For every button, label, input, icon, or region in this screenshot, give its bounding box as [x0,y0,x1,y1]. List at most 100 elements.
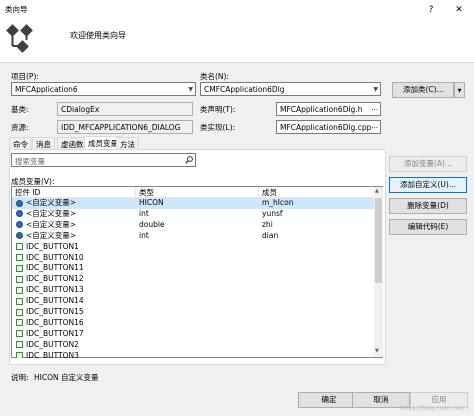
list-item[interactable]: IDC_BUTTON15 [12,307,374,318]
delete-variable-button[interactable]: 删除变量(D) [389,198,467,214]
list-item[interactable]: <自定义变量> int dian [12,231,374,242]
control-id-text: <自定义变量> [26,208,77,218]
search-input[interactable]: 搜索变量 [11,153,196,167]
header-file-value: MFCApplication6Dlg.h [280,105,363,114]
control-id-text: <自定义变量> [26,230,77,240]
control-id-cell: IDC_BUTTON1 [16,242,134,253]
control-id-cell: <自定义变量> [16,231,134,242]
chevron-down-icon: ▼ [457,88,462,94]
edit-code-button[interactable]: 编辑代码(E) [389,219,467,235]
project-combo[interactable]: MFCApplication6 ▼ [11,82,196,96]
list-item[interactable]: IDC_BUTTON1 [12,242,374,253]
add-class-dropdown[interactable]: ▼ [454,82,465,98]
tab-commands[interactable]: 命令 [9,137,32,149]
search-icon [185,156,193,164]
list-item[interactable]: <自定义变量> double zhi [12,220,374,231]
resource-value: IDD_MFCAPPLICATION6_DIALOG [61,123,181,132]
base-class-field: CDialogEx [57,102,193,116]
members-list[interactable]: 控件 ID 类型 成员 <自定义变量> HICON m_hIcon <自定义变量> in… [11,186,383,358]
control-id-text: IDC_BUTTON12 [26,274,84,284]
member-cell: m_hIcon [262,198,294,207]
list-item[interactable]: IDC_BUTTON13 [12,285,374,296]
resource-field: IDD_MFCAPPLICATION6_DIALOG [57,120,193,134]
description-value: HICON 自定义变量 [34,373,99,382]
control-id-cell: IDC_BUTTON11 [16,263,134,274]
welcome-text: 欢迎使用类向导 [70,31,126,40]
control-icon [16,352,23,358]
base-class-label: 基类: [11,105,29,114]
member-cell: yunsf [262,208,283,218]
column-header-member[interactable]: 成员 [259,187,374,198]
type-cell: HICON [139,198,164,207]
add-variable-button[interactable]: 添加变量(A)... [389,156,467,172]
variable-icon [16,199,23,207]
control-icon [16,330,23,338]
control-id-cell: IDC_BUTTON14 [16,296,134,307]
list-item[interactable]: <自定义变量> HICON m_hIcon [12,198,374,209]
control-id-text: IDC_BUTTON13 [26,285,84,295]
list-item[interactable]: <自定义变量> int yunsf [12,209,374,220]
control-id-text: IDC_BUTTON16 [26,317,84,327]
add-custom-button[interactable]: 添加自定义(U)... [389,177,467,193]
member-cell: zhi [262,219,273,229]
list-item[interactable]: IDC_BUTTON2 [12,340,374,351]
variable-icon [16,210,23,218]
control-id-cell: <自定义变量> [16,220,134,231]
list-item[interactable]: IDC_BUTTON3 [12,351,374,358]
variable-icon [16,221,23,229]
class-name-combo[interactable]: CMFCApplication6Dlg ▼ [200,82,381,96]
class-name-label: 类名(N): [200,72,229,81]
list-item[interactable]: IDC_BUTTON17 [12,329,374,340]
control-icon [16,319,23,327]
list-item[interactable]: IDC_BUTTON11 [12,263,374,274]
column-header-control-id[interactable]: 控件 ID [12,187,136,198]
close-button[interactable]: ✕ [444,0,474,20]
search-placeholder: 搜索变量 [15,157,45,166]
resource-label: 资源: [11,123,29,132]
control-icon [16,254,23,261]
control-id-cell: <自定义变量> [16,198,134,209]
watermark: https://blog.csdn.net/... [400,405,470,412]
description-label: 说明: [11,373,29,382]
add-class-button[interactable]: 添加类(C)... [392,82,454,98]
control-id-cell: IDC_BUTTON3 [16,351,134,358]
control-id-cell: IDC_BUTTON13 [16,285,134,296]
control-id-text: IDC_BUTTON3 [26,350,79,358]
header-file-field[interactable]: MFCApplication6Dlg.h ... [276,102,381,116]
project-label: 项目(P): [11,72,39,81]
list-item[interactable]: IDC_BUTTON10 [12,253,374,264]
chevron-down-icon: ▼ [373,86,378,93]
base-class-value: CDialogEx [61,105,100,114]
control-id-text: IDC_BUTTON10 [26,252,84,262]
help-button[interactable]: ? [416,0,446,20]
list-item[interactable]: IDC_BUTTON16 [12,318,374,329]
impl-file-field[interactable]: MFCApplication6Dlg.cpp ... [276,120,381,134]
impl-file-value: MFCApplication6Dlg.cpp [280,123,372,132]
control-id-cell: <自定义变量> [16,209,134,220]
control-id-cell: IDC_BUTTON2 [16,340,134,351]
control-id-text: IDC_BUTTON17 [26,328,84,338]
scroll-down-icon[interactable]: ▼ [375,348,379,354]
type-cell: int [139,208,149,218]
window-title: 类向导 [5,5,28,14]
control-id-cell: IDC_BUTTON10 [16,253,134,264]
control-id-text: <自定义变量> [26,198,77,207]
control-id-text: <自定义变量> [26,219,77,229]
member-cell: dian [262,230,279,240]
tab-methods[interactable]: 方法 [116,137,139,149]
ok-button[interactable]: 确定 [298,392,360,408]
control-icon [16,264,23,272]
tab-virtual-functions[interactable]: 虚函数 [57,137,88,149]
column-header-type[interactable]: 类型 [136,187,259,198]
scroll-up-icon[interactable]: ▲ [375,188,379,194]
vertical-scrollbar[interactable]: ▲ ▼ [374,187,383,357]
list-item[interactable]: IDC_BUTTON14 [12,296,374,307]
wizard-header [0,20,474,62]
scroll-thumb[interactable] [375,198,382,283]
type-cell: int [139,230,149,240]
tab-messages[interactable]: 消息 [32,137,55,149]
add-class-label: 添加类(C)... [403,85,444,94]
title-bar: 类向导 ? ✕ [0,0,474,20]
impl-file-label: 类实现(L): [200,123,236,132]
list-item[interactable]: IDC_BUTTON12 [12,274,374,285]
